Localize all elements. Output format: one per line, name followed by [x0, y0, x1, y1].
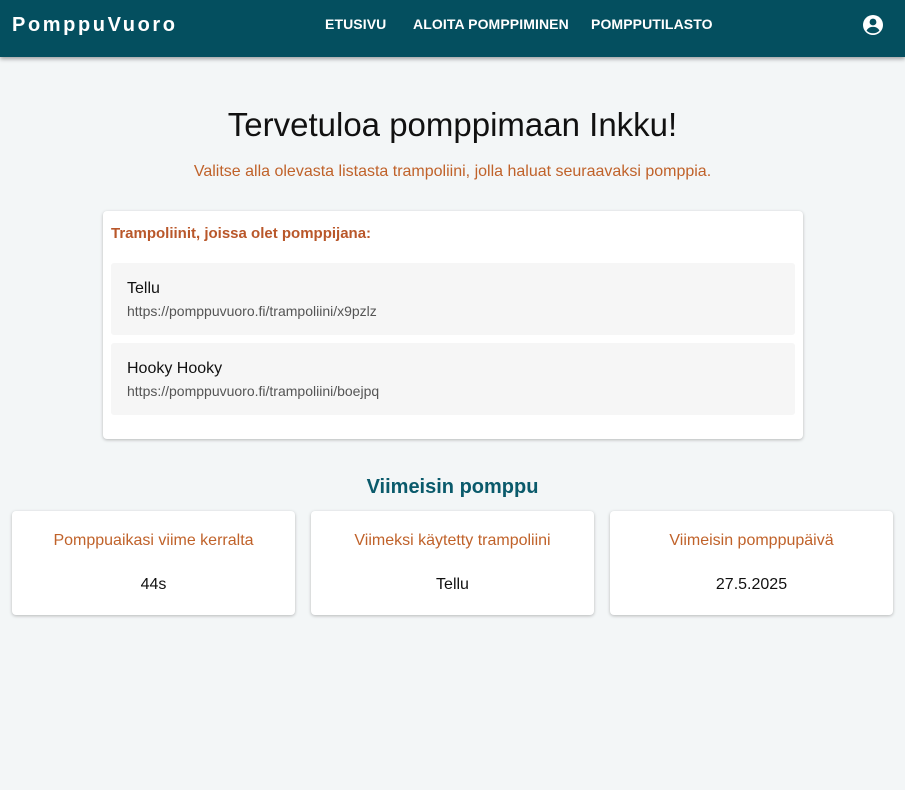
- stat-value: 27.5.2025: [715, 576, 788, 593]
- nav-aloita-pomppiminen[interactable]: ALOITA POMPPIMINEN: [413, 16, 569, 32]
- nav-pomppilasto[interactable]: POMPPUTILASTO: [591, 16, 713, 32]
- app-bar: PomppuVuoro ETUSIVU ALOITA POMPPIMINEN P…: [0, 0, 905, 57]
- stat-card-last-trampoline: Viimeksi käytetty trampoliini Tellu: [311, 511, 594, 615]
- stat-value: Tellu: [436, 576, 469, 593]
- account-circle-icon[interactable]: [862, 14, 884, 36]
- page-title: Tervetuloa pomppimaan Inkku!: [227, 106, 678, 143]
- stat-label: Viimeksi käytetty trampoliini: [354, 532, 551, 549]
- stat-label: Viimeisin pomppupäivä: [669, 532, 834, 549]
- stat-value: 44s: [140, 576, 167, 593]
- trampoline-url: https://pomppuvuoro.fi/trampoliini/x9pzl…: [127, 303, 377, 319]
- trampoline-name: Tellu: [127, 280, 160, 297]
- nav-etusivu[interactable]: ETUSIVU: [325, 16, 386, 32]
- page-subtitle: Valitse alla olevasta listasta trampolii…: [193, 163, 712, 180]
- last-bounce-heading: Viimeisin pomppu: [366, 476, 539, 498]
- stat-label: Pomppuaikasi viime kerralta: [53, 532, 254, 549]
- main-nav: ETUSIVU ALOITA POMPPIMINEN POMPPUTILASTO: [0, 16, 905, 36]
- trampoline-name: Hooky Hooky: [127, 360, 223, 377]
- trampoline-url: https://pomppuvuoro.fi/trampoliini/boejp…: [127, 383, 380, 399]
- trampoline-item[interactable]: Tellu https://pomppuvuoro.fi/trampoliini…: [111, 263, 795, 335]
- trampoline-list-card: Trampoliinit, joissa olet pomppijana: Te…: [103, 211, 803, 439]
- stat-card-last-date: Viimeisin pomppupäivä 27.5.2025: [610, 511, 893, 615]
- trampoline-list-heading: Trampoliinit, joissa olet pomppijana:: [111, 225, 372, 242]
- stat-card-bounce-time: Pomppuaikasi viime kerralta 44s: [12, 511, 295, 615]
- trampoline-item[interactable]: Hooky Hooky https://pomppuvuoro.fi/tramp…: [111, 343, 795, 415]
